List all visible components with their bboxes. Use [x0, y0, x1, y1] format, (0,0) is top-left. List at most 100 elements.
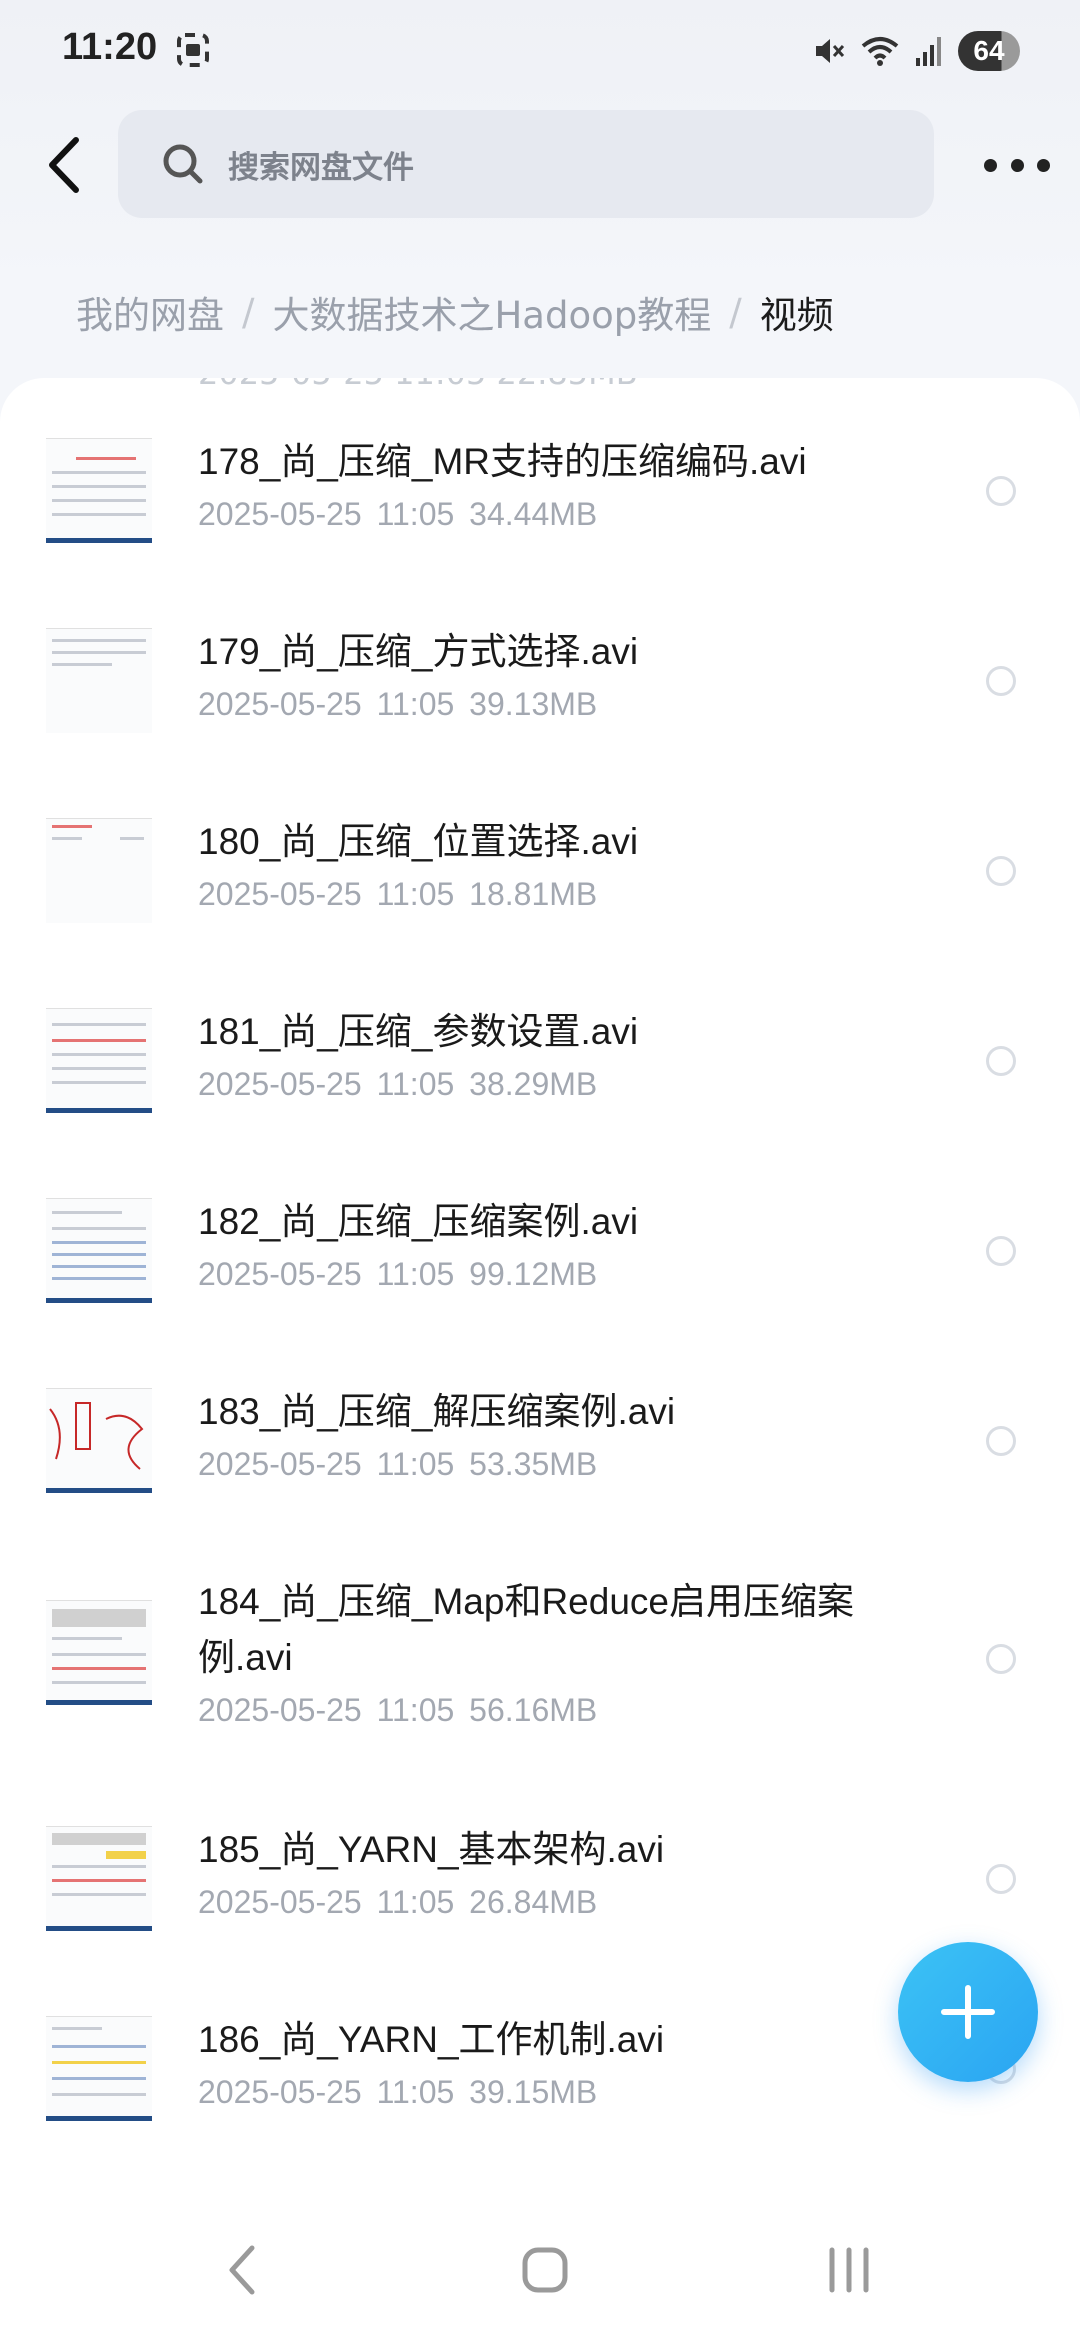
select-radio[interactable]	[986, 856, 1016, 886]
file-name: 179_尚_压缩_方式选择.avi	[198, 631, 639, 672]
nav-recents-icon[interactable]	[824, 2242, 874, 2298]
file-name: 180_尚_压缩_位置选择.avi	[198, 821, 639, 862]
file-time: 11:05	[376, 1446, 455, 1482]
clipped-previous-row: 2025-05-25 11:05 22.85MB	[198, 378, 638, 392]
back-arrow-icon[interactable]	[40, 132, 100, 198]
screenshot-icon	[177, 33, 209, 67]
file-date: 2025-05-25	[198, 1692, 362, 1728]
list-item[interactable]: 184_尚_压缩_Map和Reduce启用压缩案例.avi 2025-05-25…	[0, 1578, 1080, 1826]
select-radio[interactable]	[986, 1236, 1016, 1266]
file-size: 39.13MB	[469, 686, 598, 722]
list-item[interactable]: 181_尚_压缩_参数设置.avi 2025-05-25 11:05 38.29…	[0, 1008, 1080, 1198]
list-item[interactable]: 179_尚_压缩_方式选择.avi 2025-05-25 11:05 39.13…	[0, 628, 1080, 818]
breadcrumb-item-root[interactable]: 我的网盘	[76, 285, 224, 339]
file-meta: 2025-05-25 11:05 53.35MB	[198, 1446, 597, 1483]
file-time: 11:05	[376, 496, 455, 532]
list-item[interactable]: 178_尚_压缩_MR支持的压缩编码.avi 2025-05-25 11:05 …	[0, 438, 1080, 628]
battery-icon: 64	[958, 31, 1020, 71]
video-thumbnail	[46, 1600, 152, 1705]
file-time: 11:05	[376, 2074, 455, 2110]
file-meta: 2025-05-25 11:05 18.81MB	[198, 876, 597, 913]
file-browser-screen: 11:20 64 搜索网盘文件 我的网盘 / 大数据技术之Hadoop教程 / …	[0, 0, 1080, 2340]
file-name: 186_尚_YARN_工作机制.avi	[198, 2019, 665, 2060]
breadcrumb-separator: /	[242, 290, 255, 334]
select-radio[interactable]	[986, 1864, 1016, 1894]
file-size: 99.12MB	[469, 1256, 598, 1292]
file-size: 53.35MB	[469, 1446, 598, 1482]
video-thumbnail	[46, 818, 152, 923]
file-list: 2025-05-25 11:05 22.85MB 178_尚_压缩_MR支持的压…	[0, 378, 1080, 2198]
breadcrumb-item-folder[interactable]: 大数据技术之Hadoop教程	[272, 285, 711, 339]
file-time: 11:05	[376, 1256, 455, 1292]
file-size: 39.15MB	[469, 2074, 598, 2110]
add-button[interactable]	[898, 1942, 1038, 2082]
file-meta: 2025-05-25 11:05 39.15MB	[198, 2074, 597, 2111]
file-size: 56.16MB	[469, 1692, 598, 1728]
file-date: 2025-05-25	[198, 876, 362, 912]
file-meta: 2025-05-25 11:05 34.44MB	[198, 496, 597, 533]
breadcrumb-item-current: 视频	[759, 294, 834, 337]
video-thumbnail	[46, 1008, 152, 1113]
select-radio[interactable]	[986, 1644, 1016, 1674]
file-name: 184_尚_压缩_Map和Reduce启用压缩案例.avi	[198, 1581, 854, 1678]
breadcrumb-separator: /	[729, 290, 742, 334]
nav-back-icon[interactable]	[222, 2242, 262, 2298]
file-date: 2025-05-25	[198, 1884, 362, 1920]
file-size: 18.81MB	[469, 876, 598, 912]
video-thumbnail	[46, 628, 152, 733]
breadcrumb: 我的网盘 / 大数据技术之Hadoop教程 / 视频	[76, 282, 834, 342]
status-time: 11:20	[62, 26, 158, 68]
file-name: 185_尚_YARN_基本架构.avi	[198, 1829, 665, 1870]
list-item[interactable]: 180_尚_压缩_位置选择.avi 2025-05-25 11:05 18.81…	[0, 818, 1080, 1008]
file-date: 2025-05-25	[198, 1256, 362, 1292]
select-radio[interactable]	[986, 476, 1016, 506]
more-options-button[interactable]	[984, 140, 1050, 190]
search-input[interactable]: 搜索网盘文件	[118, 110, 934, 218]
file-size: 38.29MB	[469, 1066, 598, 1102]
file-meta: 2025-05-25 11:05 39.13MB	[198, 686, 597, 723]
list-item[interactable]: 183_尚_压缩_解压缩案例.avi 2025-05-25 11:05 53.3…	[0, 1388, 1080, 1578]
select-radio[interactable]	[986, 1046, 1016, 1076]
more-dot-icon	[1010, 158, 1024, 172]
file-time: 11:05	[376, 876, 455, 912]
file-meta: 2025-05-25 11:05 99.12MB	[198, 1256, 597, 1293]
signal-icon	[916, 37, 941, 66]
file-size: 34.44MB	[469, 496, 598, 532]
file-name: 178_尚_压缩_MR支持的压缩编码.avi	[198, 441, 807, 482]
status-icons: 64	[812, 28, 1020, 74]
video-thumbnail	[46, 438, 152, 543]
file-meta: 2025-05-25 11:05 56.16MB	[198, 1692, 597, 1729]
file-time: 11:05	[376, 1884, 455, 1920]
file-date: 2025-05-25	[198, 1066, 362, 1102]
file-time: 11:05	[376, 686, 455, 722]
status-bar: 11:20 64	[0, 0, 1080, 100]
handwriting-icon	[49, 1402, 144, 1470]
more-dot-icon	[984, 158, 997, 172]
file-date: 2025-05-25	[198, 686, 362, 722]
file-meta: 2025-05-25 11:05 38.29MB	[198, 1066, 597, 1103]
mute-icon	[816, 39, 845, 63]
file-name: 183_尚_压缩_解压缩案例.avi	[198, 1391, 676, 1432]
video-thumbnail	[46, 2016, 152, 2121]
more-dot-icon	[1037, 158, 1050, 172]
video-thumbnail	[46, 1826, 152, 1931]
select-radio[interactable]	[986, 666, 1016, 696]
header: 搜索网盘文件	[0, 110, 1080, 220]
plus-icon	[941, 1985, 995, 2039]
nav-home-icon[interactable]	[520, 2242, 570, 2298]
file-name: 182_尚_压缩_压缩案例.avi	[198, 1201, 639, 1242]
list-item[interactable]: 182_尚_压缩_压缩案例.avi 2025-05-25 11:05 99.12…	[0, 1198, 1080, 1388]
search-icon	[163, 144, 203, 184]
video-thumbnail	[46, 1198, 152, 1303]
file-time: 11:05	[376, 1692, 455, 1728]
file-meta: 2025-05-25 11:05 26.84MB	[198, 1884, 597, 1921]
video-thumbnail	[46, 1388, 152, 1493]
system-nav-bar	[0, 2198, 1080, 2340]
search-placeholder: 搜索网盘文件	[228, 149, 414, 186]
file-size: 26.84MB	[469, 1884, 598, 1920]
file-date: 2025-05-25	[198, 2074, 362, 2110]
file-name: 181_尚_压缩_参数设置.avi	[198, 1011, 639, 1052]
file-date: 2025-05-25	[198, 1446, 362, 1482]
wifi-icon	[861, 37, 899, 66]
select-radio[interactable]	[986, 1426, 1016, 1456]
